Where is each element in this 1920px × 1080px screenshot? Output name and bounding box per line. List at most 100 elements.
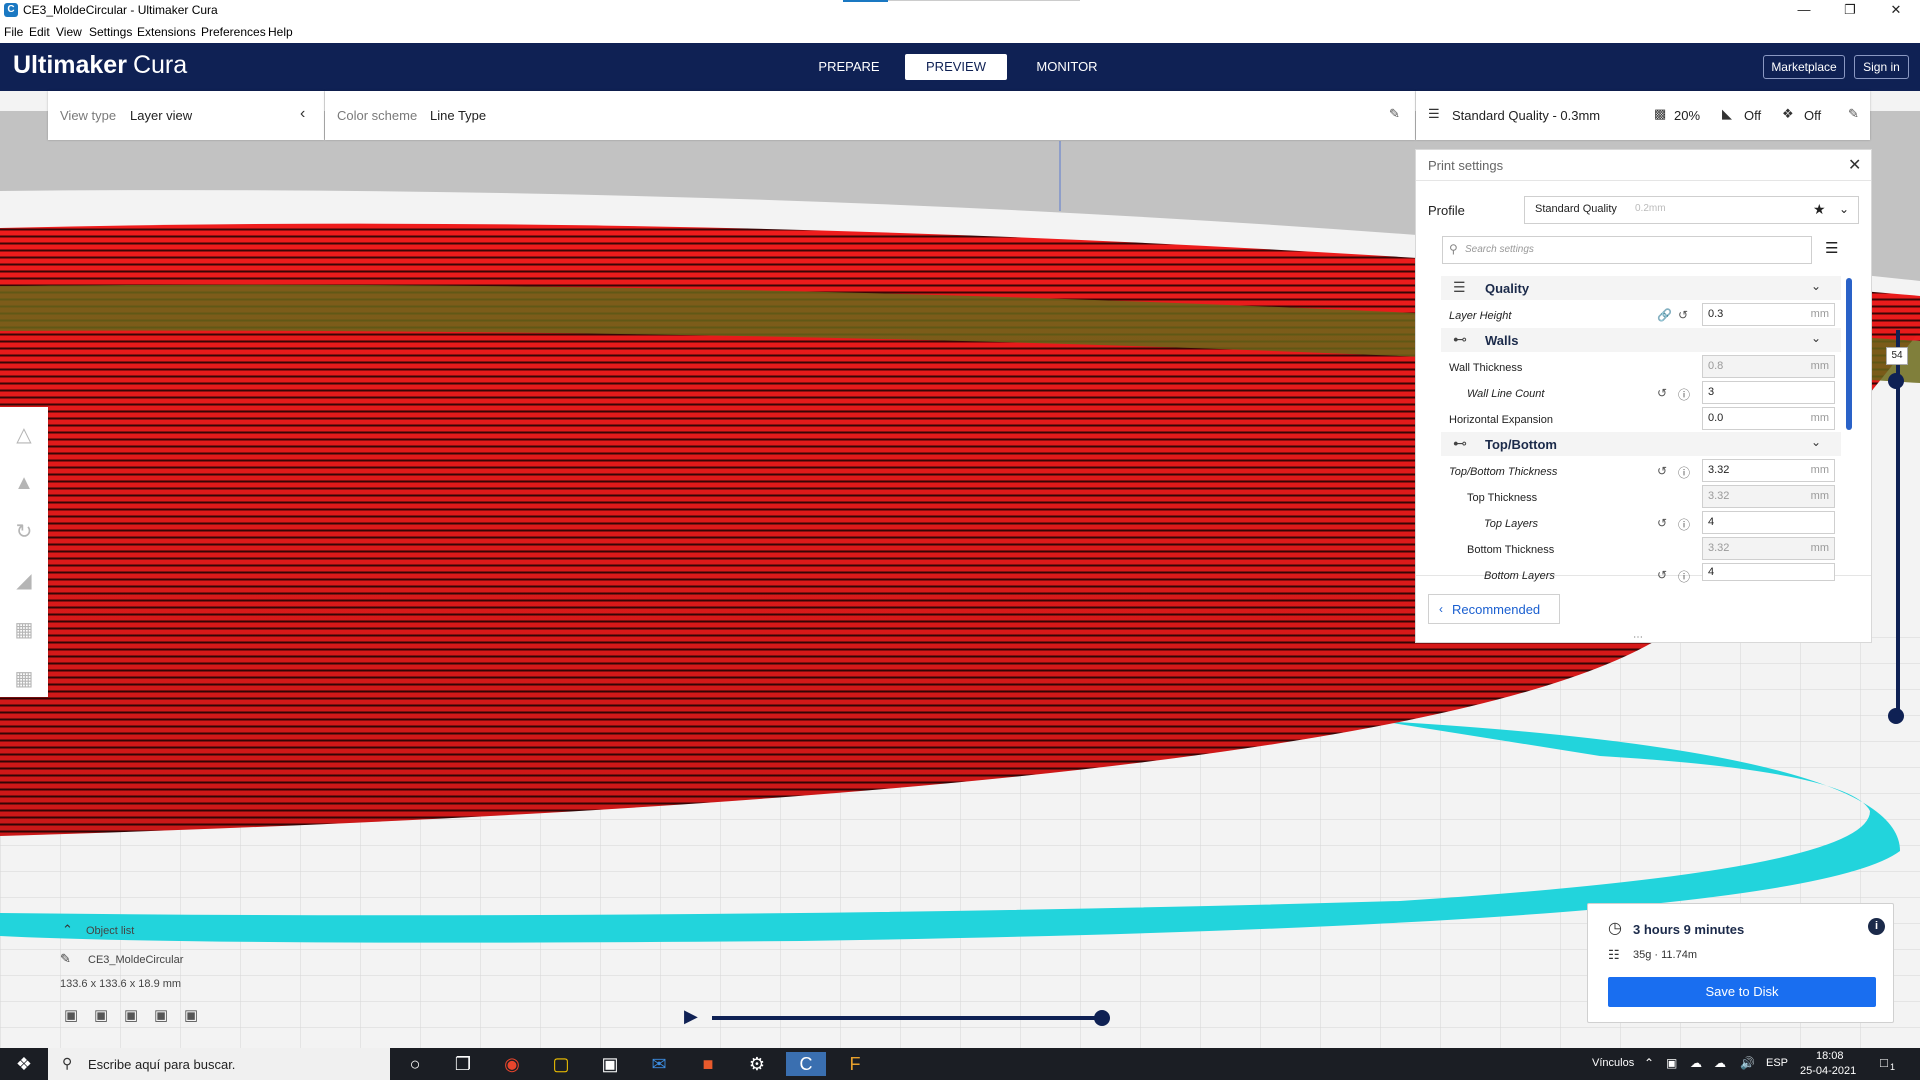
menu-file[interactable]: File xyxy=(4,25,23,39)
view-type-value[interactable]: Layer view xyxy=(130,108,192,123)
reset-icon[interactable]: ↺ xyxy=(1657,386,1667,400)
clock-time[interactable]: 18:08 xyxy=(1816,1050,1844,1062)
chevron-down-icon[interactable]: ⌄ xyxy=(1839,202,1849,216)
chevron-left-icon[interactable]: ‹ xyxy=(300,105,305,123)
star-icon[interactable]: ★ xyxy=(1813,201,1826,218)
wall-thickness-field[interactable]: 0.8 mm xyxy=(1702,355,1835,378)
chrome-icon[interactable]: ◉ xyxy=(492,1052,532,1076)
task-view-icon[interactable]: ❐ xyxy=(443,1052,483,1076)
network-icon[interactable]: ▣ xyxy=(1666,1056,1677,1070)
notifications-icon[interactable]: □ xyxy=(1880,1055,1888,1070)
right-view-icon[interactable]: ▣ xyxy=(184,1006,198,1024)
info-icon[interactable]: ⓘ xyxy=(1678,568,1690,585)
clock-date[interactable]: 25-04-2021 xyxy=(1800,1065,1856,1077)
marketplace-button[interactable]: Marketplace xyxy=(1763,55,1845,79)
move-tool-icon[interactable]: △ xyxy=(6,417,42,453)
reset-icon[interactable]: ↺ xyxy=(1678,308,1688,322)
store-icon[interactable]: ▣ xyxy=(590,1052,630,1076)
top-layers-field[interactable]: 4 xyxy=(1702,511,1835,534)
windows-start-icon[interactable]: ❖ xyxy=(4,1052,44,1076)
volume-icon[interactable]: 🔊 xyxy=(1740,1056,1755,1070)
menu-edit[interactable]: Edit xyxy=(29,25,50,39)
fusion-taskbar-icon[interactable]: F xyxy=(835,1052,875,1076)
mail-icon[interactable]: ✉ xyxy=(639,1052,679,1076)
close-icon[interactable]: ✕ xyxy=(1873,0,1919,20)
search-settings-input[interactable]: ⚲ Search settings xyxy=(1442,236,1812,264)
per-model-settings-icon[interactable]: ▦ xyxy=(6,612,42,648)
settings-gear-icon[interactable]: ⚙ xyxy=(737,1052,777,1076)
color-scheme-panel[interactable]: Color scheme Line Type ✎ xyxy=(325,91,1415,140)
wall-line-count-field[interactable]: 3 xyxy=(1702,381,1835,404)
menu-settings[interactable]: Settings xyxy=(89,25,132,39)
menu-extensions[interactable]: Extensions xyxy=(137,25,196,39)
layer-slider-upper-handle[interactable] xyxy=(1888,373,1904,389)
quality-summary-bar[interactable]: ☰ Standard Quality - 0.3mm ▩ 20% ◣ Off ❖… xyxy=(1416,91,1870,140)
mirror-tool-icon[interactable]: ◢ xyxy=(6,563,42,599)
simulation-track[interactable] xyxy=(712,1016,1104,1020)
save-to-disk-button[interactable]: Save to Disk xyxy=(1608,977,1876,1007)
object-list-label[interactable]: Object list xyxy=(86,925,134,937)
link-icon[interactable]: 🔗 xyxy=(1657,308,1672,322)
bottom-layers-field[interactable]: 4 xyxy=(1702,563,1835,581)
play-icon[interactable]: ▶ xyxy=(684,1006,698,1027)
language-indicator[interactable]: ESP xyxy=(1766,1057,1788,1069)
layer-slider-lower-handle[interactable] xyxy=(1888,708,1904,724)
chevron-up-icon[interactable]: ⌃ xyxy=(1644,1056,1654,1070)
reset-icon[interactable]: ↺ xyxy=(1657,516,1667,530)
weather-icon[interactable]: ☁ xyxy=(1714,1056,1726,1070)
category-topbottom[interactable]: ⊷ Top/Bottom ⌄ xyxy=(1441,432,1841,456)
profile-dropdown[interactable]: Standard Quality 0.2mm ★ ⌄ xyxy=(1524,196,1859,224)
view-type-panel[interactable]: View type Layer view ‹ xyxy=(48,91,324,140)
layer-height-field[interactable]: 0.3 mm xyxy=(1702,303,1835,326)
info-icon[interactable]: ⓘ xyxy=(1678,386,1690,403)
edit-pencil-icon[interactable]: ✎ xyxy=(1389,106,1400,122)
info-icon[interactable]: i xyxy=(1868,918,1885,935)
maximize-icon[interactable]: ❐ xyxy=(1827,0,1873,20)
left-view-icon[interactable]: ▣ xyxy=(154,1006,168,1024)
category-quality[interactable]: ☰ Quality ⌄ xyxy=(1441,276,1841,300)
topbottom-thickness-field[interactable]: 3.32 mm xyxy=(1702,459,1835,482)
links-toolbar[interactable]: Vínculos xyxy=(1592,1057,1634,1069)
layer-number[interactable]: 54 xyxy=(1886,347,1908,365)
recommended-button[interactable]: ‹ Recommended xyxy=(1428,594,1560,624)
file-explorer-icon[interactable]: ▢ xyxy=(541,1052,581,1076)
settings-menu-icon[interactable]: ☰ xyxy=(1825,239,1838,257)
tab-prepare[interactable]: PREPARE xyxy=(808,54,890,80)
signin-button[interactable]: Sign in xyxy=(1854,55,1909,79)
simulation-handle[interactable] xyxy=(1094,1010,1110,1026)
reset-icon[interactable]: ↺ xyxy=(1657,464,1667,478)
info-icon[interactable]: ⓘ xyxy=(1678,516,1690,533)
menu-help[interactable]: Help xyxy=(268,25,293,39)
tab-monitor[interactable]: MONITOR xyxy=(1025,54,1109,80)
resize-handle-icon[interactable]: ⋯ xyxy=(1633,632,1643,643)
bottom-thickness-field[interactable]: 3.32 mm xyxy=(1702,537,1835,560)
chevron-up-icon[interactable]: ⌃ xyxy=(62,922,73,938)
3d-view-icon[interactable]: ▣ xyxy=(64,1006,78,1024)
office-icon[interactable]: ■ xyxy=(688,1052,728,1076)
onedrive-icon[interactable]: ☁ xyxy=(1690,1056,1702,1070)
settings-scrollbar[interactable] xyxy=(1846,278,1852,430)
front-view-icon[interactable]: ▣ xyxy=(94,1006,108,1024)
close-panel-icon[interactable]: ✕ xyxy=(1848,155,1861,175)
category-topbottom-label: Top/Bottom xyxy=(1485,437,1557,452)
cura-taskbar-icon[interactable]: C xyxy=(786,1052,826,1076)
minimize-icon[interactable]: — xyxy=(1781,0,1827,20)
reset-icon[interactable]: ↺ xyxy=(1657,568,1667,582)
color-scheme-value[interactable]: Line Type xyxy=(430,108,486,123)
walls-category-icon: ⊷ xyxy=(1453,331,1467,347)
horizontal-expansion-field[interactable]: 0.0 mm xyxy=(1702,407,1835,430)
rotate-tool-icon[interactable]: ↻ xyxy=(6,514,42,550)
cortana-icon[interactable]: ○ xyxy=(395,1052,435,1076)
scale-tool-icon[interactable]: ▲ xyxy=(6,465,42,501)
taskbar-search[interactable]: ⚲ Escribe aquí para buscar. xyxy=(48,1048,390,1080)
top-thickness-field[interactable]: 3.32 mm xyxy=(1702,485,1835,508)
category-walls[interactable]: ⊷ Walls ⌄ xyxy=(1441,328,1841,352)
menu-preferences[interactable]: Preferences xyxy=(201,25,266,39)
menu-view[interactable]: View xyxy=(56,25,82,39)
brand-logo: Ultimaker Cura xyxy=(13,51,187,80)
support-blocker-icon[interactable]: ▦ xyxy=(6,661,42,697)
tab-preview[interactable]: PREVIEW xyxy=(905,54,1007,80)
edit-settings-icon[interactable]: ✎ xyxy=(1848,106,1859,122)
top-view-icon[interactable]: ▣ xyxy=(124,1006,138,1024)
info-icon[interactable]: ⓘ xyxy=(1678,464,1690,481)
